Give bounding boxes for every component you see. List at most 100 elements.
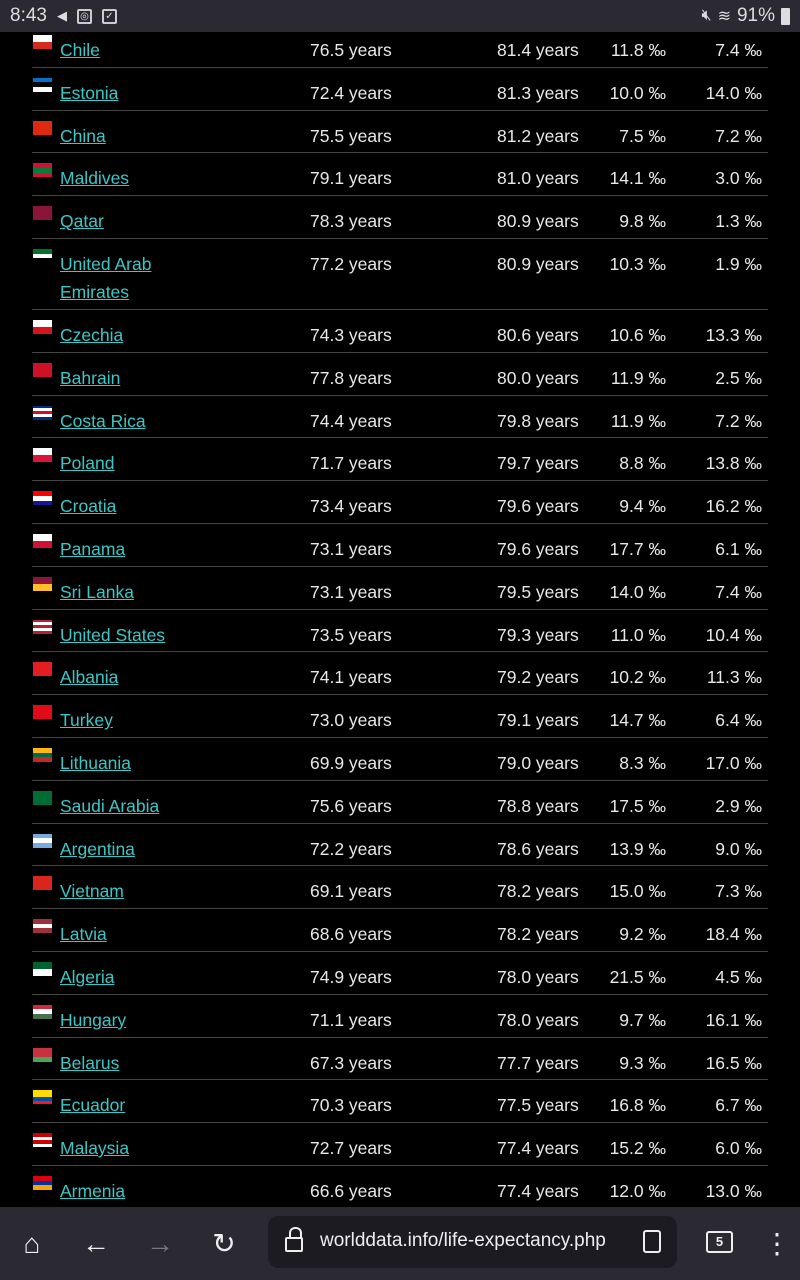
country-link[interactable]: Maldives — [60, 164, 190, 192]
birth-rate: 10.0 ‰ — [609, 82, 666, 103]
flag-icon — [33, 833, 52, 848]
female-life-expectancy: 79.2 years — [497, 667, 579, 688]
table-row: Albania 74.1 years 79.2 years 10.2 ‰ 11.3 ‰ — [32, 652, 768, 696]
male-life-expectancy: 74.3 years — [310, 324, 392, 345]
male-life-expectancy: 67.3 years — [310, 1052, 392, 1073]
birth-rate: 12.0 ‰ — [609, 1180, 666, 1201]
table-row: Panama 73.1 years 79.6 years 17.7 ‰ 6.1 ‰ — [32, 524, 768, 567]
death-rate: 2.5 ‰ — [715, 367, 762, 388]
death-rate: 6.7 ‰ — [715, 1095, 762, 1116]
table-row: Hungary 71.1 years 78.0 years 9.7 ‰ 16.1 ‰ — [32, 995, 768, 1038]
country-link[interactable]: Poland — [60, 449, 190, 477]
country-link[interactable]: Croatia — [60, 492, 190, 520]
flag-icon — [33, 319, 52, 334]
female-life-expectancy: 78.6 years — [497, 838, 579, 859]
birth-rate: 14.0 ‰ — [609, 581, 666, 602]
flag-icon — [33, 120, 52, 135]
death-rate: 7.2 ‰ — [715, 125, 762, 146]
flag-icon — [33, 619, 52, 634]
male-life-expectancy: 73.1 years — [310, 538, 392, 559]
male-life-expectancy: 71.1 years — [310, 1009, 392, 1030]
table-row: Argentina 72.2 years 78.6 years 13.9 ‰ 9.0 ‰ — [32, 824, 768, 867]
tab-count-button[interactable]: 5 — [706, 1231, 733, 1253]
death-rate: 10.4 ‰ — [705, 624, 762, 645]
female-life-expectancy: 78.0 years — [497, 966, 579, 987]
male-life-expectancy: 73.4 years — [310, 496, 392, 517]
country-link[interactable]: China — [60, 122, 190, 150]
table-row: Armenia 66.6 years 77.4 years 12.0 ‰ 13.0 ‰ — [32, 1166, 768, 1209]
female-life-expectancy: 79.3 years — [497, 624, 579, 645]
male-life-expectancy: 77.8 years — [310, 367, 392, 388]
country-link[interactable]: Panama — [60, 535, 190, 563]
home-icon[interactable]: ⌂ — [15, 1227, 49, 1261]
country-link[interactable]: Costa Rica — [60, 407, 190, 435]
table-row: United Arab Emirates 77.2 years 80.9 years… — [32, 239, 768, 310]
flag-icon — [33, 248, 52, 263]
country-link[interactable]: Ecuador — [60, 1091, 190, 1119]
country-link[interactable]: Belarus — [60, 1049, 190, 1077]
country-link[interactable]: Vietnam — [60, 877, 190, 905]
country-link[interactable]: Czechia — [60, 321, 190, 349]
male-life-expectancy: 77.2 years — [310, 253, 392, 274]
birth-rate: 14.7 ‰ — [609, 710, 666, 731]
male-life-expectancy: 73.0 years — [310, 710, 392, 731]
male-life-expectancy: 72.7 years — [310, 1138, 392, 1159]
table-row: Vietnam 69.1 years 78.2 years 15.0 ‰ 7.3 ‰ — [32, 866, 768, 910]
flag-icon — [33, 790, 52, 805]
female-life-expectancy: 79.6 years — [497, 538, 579, 559]
flag-icon — [33, 662, 52, 677]
male-life-expectancy: 74.4 years — [310, 410, 392, 431]
reload-icon[interactable]: ↻ — [207, 1227, 241, 1261]
female-life-expectancy: 81.2 years — [497, 125, 579, 146]
flag-icon — [33, 961, 52, 976]
death-rate: 6.4 ‰ — [715, 710, 762, 731]
death-rate: 18.4 ‰ — [705, 924, 762, 945]
male-life-expectancy: 69.1 years — [310, 881, 392, 902]
table-row: Estonia 72.4 years 81.3 years 10.0 ‰ 14.0 ‰ — [32, 68, 768, 111]
status-time: 8:43 — [10, 5, 47, 26]
table-row: Lithuania 69.9 years 79.0 years 8.3 ‰ 17.0 ‰ — [32, 738, 768, 781]
table-row: United States 73.5 years 79.3 years 11.0 ‰ 1… — [32, 610, 768, 653]
male-life-expectancy: 79.1 years — [310, 168, 392, 189]
country-link[interactable]: Albania — [60, 663, 190, 691]
country-link[interactable]: Turkey — [60, 706, 190, 734]
country-link[interactable]: Latvia — [60, 920, 190, 948]
birth-rate: 21.5 ‰ — [609, 966, 666, 987]
country-link[interactable]: Saudi Arabia — [60, 792, 190, 820]
country-link[interactable]: Qatar — [60, 207, 190, 235]
table-row: Czechia 74.3 years 80.6 years 10.6 ‰ 13.3 ‰ — [32, 310, 768, 353]
female-life-expectancy: 79.8 years — [497, 410, 579, 431]
flag-icon — [33, 405, 52, 420]
female-life-expectancy: 81.3 years — [497, 82, 579, 103]
country-link[interactable]: Armenia — [60, 1177, 190, 1205]
birth-rate: 9.4 ‰ — [619, 496, 666, 517]
flag-icon — [33, 576, 52, 591]
country-link[interactable]: Hungary — [60, 1006, 190, 1034]
back-icon[interactable]: ← — [79, 1227, 113, 1261]
url-bar[interactable]: worlddata.info/life-expectancy.php — [268, 1216, 677, 1268]
country-link[interactable]: Algeria — [60, 963, 190, 991]
country-link[interactable]: Sri Lanka — [60, 578, 190, 606]
table-row: Malaysia 72.7 years 77.4 years 15.2 ‰ 6.0 ‰ — [32, 1123, 768, 1166]
birth-rate: 9.7 ‰ — [619, 1009, 666, 1030]
reader-mode-icon[interactable] — [643, 1230, 661, 1253]
country-link[interactable]: Argentina — [60, 835, 190, 863]
female-life-expectancy: 77.7 years — [497, 1052, 579, 1073]
table-row: Qatar 78.3 years 80.9 years 9.8 ‰ 1.3 ‰ — [32, 196, 768, 239]
table-row: Ecuador 70.3 years 77.5 years 16.8 ‰ 6.7 ‰ — [32, 1080, 768, 1124]
url-text: worlddata.info/life-expectancy.php — [320, 1230, 606, 1251]
country-link[interactable]: United Arab Emirates — [60, 250, 190, 306]
country-link[interactable]: Chile — [60, 36, 190, 64]
battery-level: 91% — [736, 5, 775, 26]
country-link[interactable]: Malaysia — [60, 1134, 190, 1162]
country-link[interactable]: Bahrain — [60, 364, 190, 392]
forward-icon[interactable]: → — [143, 1227, 177, 1261]
country-link[interactable]: Lithuania — [60, 749, 190, 777]
birth-rate: 10.3 ‰ — [609, 253, 666, 274]
birth-rate: 11.9 ‰ — [610, 367, 666, 388]
country-link[interactable]: United States — [60, 621, 190, 649]
birth-rate: 8.3 ‰ — [619, 752, 666, 773]
menu-icon[interactable]: ⋮ — [760, 1227, 794, 1261]
country-link[interactable]: Estonia — [60, 79, 190, 107]
table-row: Costa Rica 74.4 years 79.8 years 11.9 ‰ 7.2 … — [32, 396, 768, 439]
